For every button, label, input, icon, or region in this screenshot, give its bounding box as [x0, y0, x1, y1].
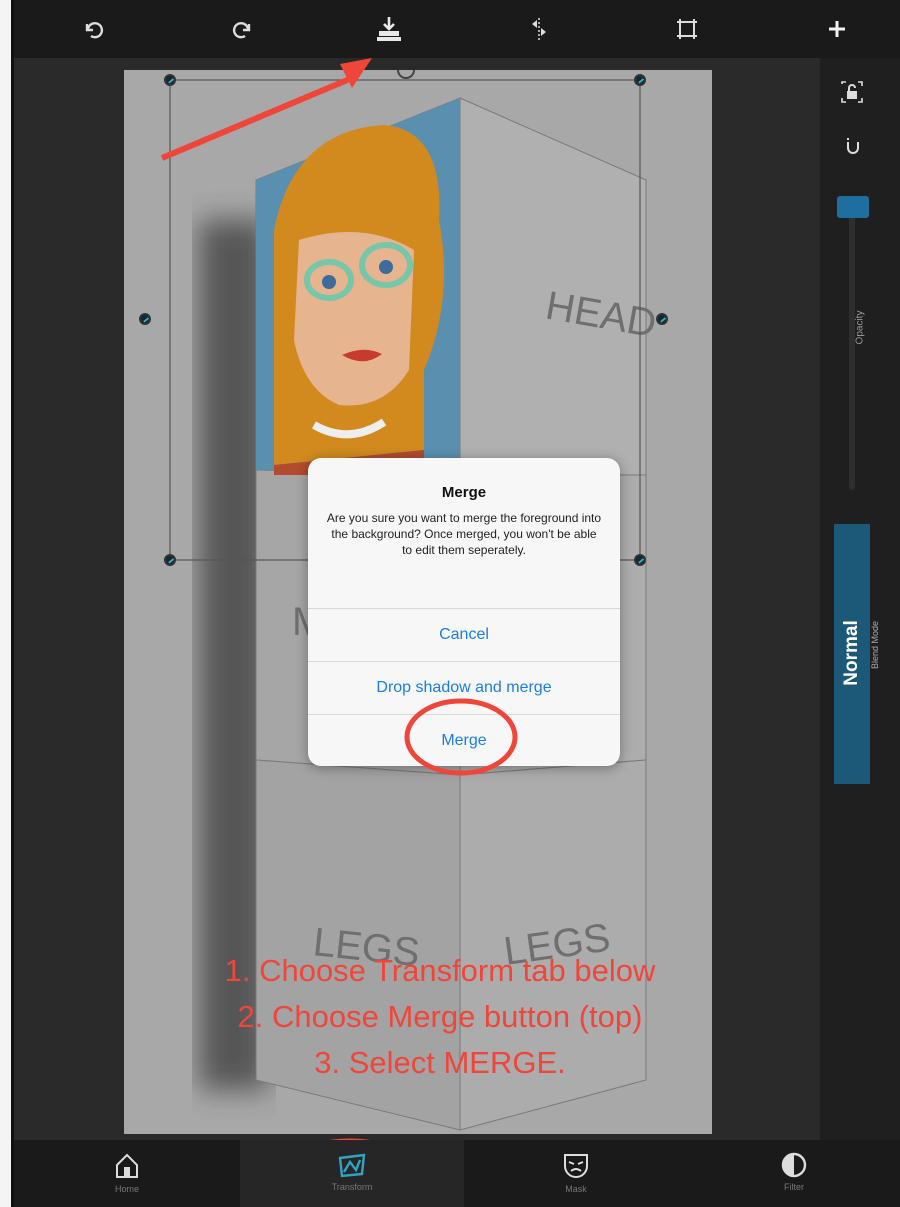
left-edge-strip	[0, 0, 14, 1207]
instruction-line-2: 2. Choose Merge button (top)	[237, 999, 643, 1034]
add-icon[interactable]	[820, 12, 854, 46]
home-icon	[116, 1153, 138, 1178]
right-panel: Opacity Normal Blend Mode	[820, 58, 900, 1140]
blend-mode-label: Blend Mode	[870, 620, 880, 670]
tab-mask[interactable]: Mask	[464, 1140, 688, 1207]
cancel-button[interactable]: Cancel	[308, 608, 620, 661]
opacity-slider-thumb[interactable]	[837, 195, 869, 218]
instruction-line-3: 3. Select MERGE.	[314, 1045, 566, 1080]
resize-handle-left[interactable]	[139, 313, 151, 325]
crop-icon[interactable]	[670, 12, 704, 46]
bottom-tab-bar: Home Transform Mask Filter	[14, 1140, 900, 1207]
tab-mask-label: Mask	[565, 1184, 587, 1194]
mask-icon	[564, 1154, 588, 1178]
tab-home[interactable]: Home	[14, 1140, 240, 1207]
blend-mode-value: Normal	[841, 620, 862, 686]
rotate-handle[interactable]	[397, 70, 415, 79]
dialog-title: Merge	[441, 484, 487, 501]
redo-icon[interactable]	[226, 12, 260, 46]
lock-icon[interactable]	[840, 80, 864, 109]
magnet-icon[interactable]	[846, 136, 860, 161]
resize-handle-right[interactable]	[656, 313, 668, 325]
dialog-message: Are you sure you want to merge the foreg…	[326, 511, 602, 557]
tab-filter[interactable]: Filter	[688, 1140, 900, 1207]
tab-filter-label: Filter	[784, 1182, 804, 1192]
transform-icon	[338, 1153, 366, 1178]
resize-handle-bottom-right[interactable]	[634, 554, 646, 566]
resize-handle-top-right[interactable]	[634, 74, 646, 86]
drop-shadow-merge-button[interactable]: Drop shadow and merge	[308, 661, 620, 714]
top-toolbar	[14, 0, 900, 58]
merge-dialog: Merge Are you sure you want to merge the…	[308, 458, 620, 766]
tab-transform-label: Transform	[331, 1182, 373, 1192]
contrast-icon	[781, 1152, 807, 1178]
blend-mode-button[interactable]: Normal	[834, 524, 870, 784]
flip-icon[interactable]	[522, 12, 556, 46]
instruction-line-1: 1. Choose Transform tab below	[224, 953, 656, 988]
tab-transform[interactable]: Transform	[240, 1140, 464, 1207]
opacity-label: Opacity	[854, 310, 866, 345]
resize-handle-bottom-left[interactable]	[164, 554, 176, 566]
instructions-overlay: 1. Choose Transform tab below 2. Choose …	[150, 948, 730, 1086]
app-window: HEAD M LEGS LEGS Opacity N	[0, 0, 900, 1207]
undo-icon[interactable]	[76, 12, 110, 46]
merge-button[interactable]: Merge	[308, 714, 620, 766]
merge-layer-icon[interactable]	[372, 12, 406, 46]
tab-home-label: Home	[114, 1184, 139, 1194]
resize-handle-top-left[interactable]	[164, 74, 176, 86]
